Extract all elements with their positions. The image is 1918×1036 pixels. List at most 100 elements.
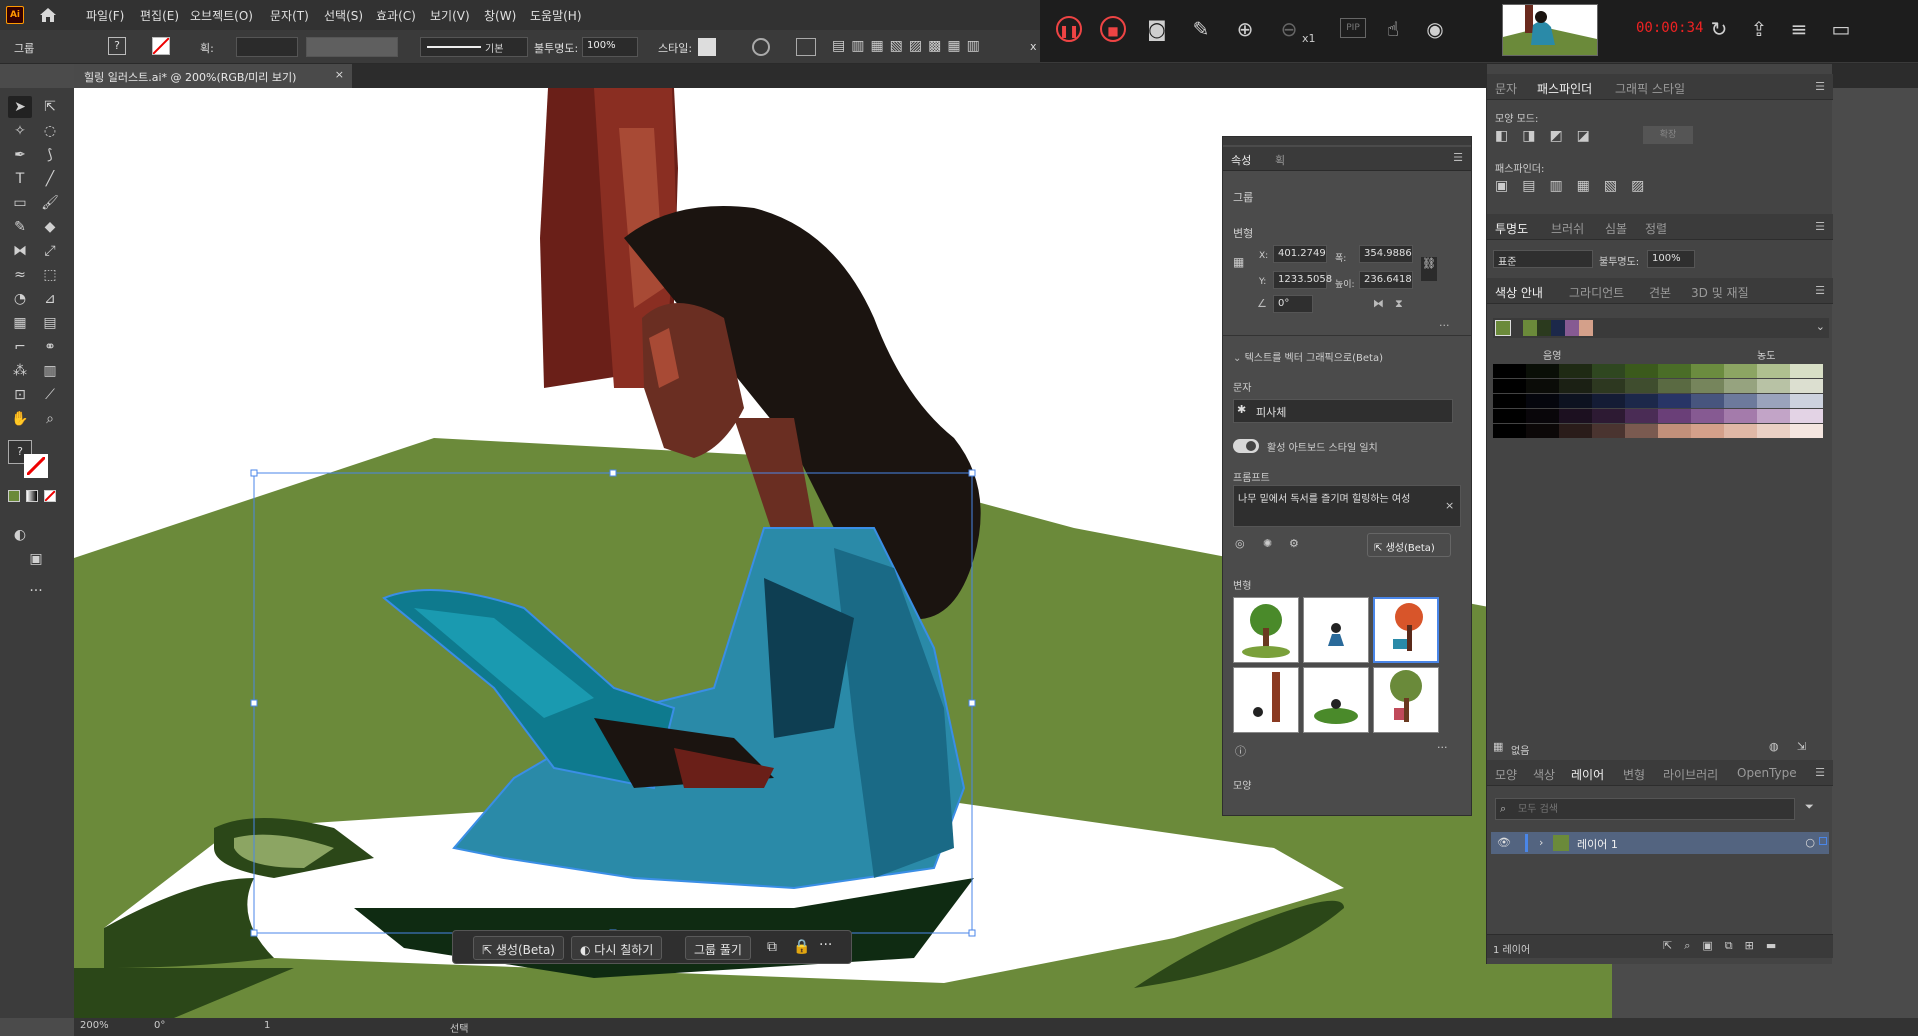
- camera-icon[interactable]: ◙: [1144, 16, 1170, 42]
- reflect-tool-icon[interactable]: ⧓: [8, 240, 32, 262]
- tab-gradient[interactable]: 그라디언트: [1569, 284, 1624, 301]
- chevron-right-icon[interactable]: ›: [1539, 836, 1543, 849]
- tab-transparency[interactable]: 투명도: [1495, 220, 1528, 237]
- panel-menu-icon[interactable]: ☰: [1453, 151, 1463, 164]
- guide-color-swatch[interactable]: [1691, 394, 1724, 408]
- width-field[interactable]: 354.9886: [1359, 245, 1413, 263]
- menu-window[interactable]: 창(W): [484, 7, 516, 24]
- tab-color-guide[interactable]: 색상 안내: [1495, 284, 1543, 301]
- effects-icon[interactable]: ✺: [1263, 537, 1272, 550]
- click-effect-icon[interactable]: ☝: [1380, 16, 1406, 42]
- export-icon[interactable]: ⇪: [1746, 16, 1772, 42]
- guide-color-swatch[interactable]: [1493, 409, 1526, 423]
- tab-brushes[interactable]: 브러쉬: [1551, 220, 1584, 237]
- free-transform-icon[interactable]: ⬚: [38, 264, 62, 286]
- guide-color-swatch[interactable]: [1493, 379, 1526, 393]
- none-mode-icon[interactable]: [44, 490, 56, 502]
- pause-icon[interactable]: ❚❚: [1056, 16, 1082, 42]
- lock-icon[interactable]: 🔒: [793, 939, 811, 957]
- guide-color-swatch[interactable]: [1592, 394, 1625, 408]
- refresh-icon[interactable]: ↻: [1706, 16, 1732, 42]
- visibility-eye-icon[interactable]: 👁: [1497, 836, 1511, 849]
- panel-menu-icon[interactable]: ☰: [1815, 80, 1825, 93]
- expand-button[interactable]: 확장: [1643, 126, 1693, 144]
- tab-layers[interactable]: 레이어: [1571, 766, 1604, 783]
- variation-thumb-2[interactable]: [1303, 597, 1369, 663]
- layer-search[interactable]: ⌕: [1495, 798, 1795, 820]
- variation-thumb-3[interactable]: [1373, 597, 1439, 663]
- tab-align[interactable]: 정렬: [1645, 220, 1667, 237]
- info-icon[interactable]: ⓘ: [1235, 743, 1246, 759]
- guide-color-swatch[interactable]: [1757, 424, 1790, 438]
- guide-color-swatch[interactable]: [1757, 409, 1790, 423]
- arrange-icon[interactable]: ⧉: [767, 939, 785, 957]
- type-select[interactable]: 피사체: [1233, 399, 1453, 423]
- menu-help[interactable]: 도움말(H): [530, 7, 582, 24]
- guide-color-swatch[interactable]: [1691, 379, 1724, 393]
- x-field[interactable]: 401.2749: [1273, 245, 1327, 263]
- panel-menu-icon[interactable]: ☰: [1815, 766, 1825, 779]
- variable-width-field[interactable]: [306, 37, 398, 57]
- tab-swatches[interactable]: 견본: [1649, 284, 1671, 301]
- type-tool-icon[interactable]: T: [8, 168, 32, 190]
- settings-sliders-icon[interactable]: ≡: [1786, 16, 1812, 42]
- chevron-down-icon[interactable]: ⌄: [1816, 320, 1825, 333]
- screen-icon[interactable]: ▭: [1828, 16, 1854, 42]
- guide-color-swatch[interactable]: [1592, 424, 1625, 438]
- limit-library-icon[interactable]: ▦: [1493, 740, 1503, 753]
- menu-edit[interactable]: 편집(E): [140, 7, 179, 24]
- zoom-tool-icon[interactable]: ⌕: [38, 408, 62, 430]
- cursor-visibility-icon[interactable]: ◉: [1422, 16, 1448, 42]
- flip-horizontal-icon[interactable]: ⧓: [1373, 297, 1384, 310]
- tab-transform[interactable]: 변형: [1623, 766, 1645, 783]
- edit-colors-icon[interactable]: ◍: [1769, 740, 1779, 753]
- rotation-select[interactable]: 0°: [154, 1020, 165, 1031]
- align-to-icon[interactable]: [796, 38, 816, 56]
- menu-object[interactable]: 오브젝트(O): [190, 7, 253, 24]
- line-tool-icon[interactable]: ╱: [38, 168, 62, 190]
- more-tools-icon[interactable]: ···: [24, 580, 48, 602]
- color-guide-grid[interactable]: [1493, 364, 1833, 444]
- gear-icon[interactable]: ⚙: [1289, 537, 1299, 550]
- variation-thumb-6[interactable]: [1373, 667, 1439, 733]
- generate-beta-button[interactable]: ⇱ 생성(Beta): [473, 936, 564, 960]
- shaper-tool-icon[interactable]: ✎: [8, 216, 32, 238]
- pathfinder-icons[interactable]: ▣▤▥▦▧▨: [1495, 178, 1715, 194]
- guide-color-swatch[interactable]: [1724, 364, 1757, 378]
- slice-tool-icon[interactable]: ⟋: [38, 384, 62, 406]
- clear-prompt-icon[interactable]: ×: [1445, 499, 1454, 512]
- more-variations-icon[interactable]: ···: [1437, 741, 1448, 754]
- filter-icon[interactable]: ⏷: [1805, 800, 1814, 814]
- direct-selection-tool-icon[interactable]: ⇱: [38, 96, 62, 118]
- magic-wand-icon[interactable]: ✧: [8, 120, 32, 142]
- scale-tool-icon[interactable]: ⤢: [38, 240, 62, 262]
- zoom-in-icon[interactable]: ⊕: [1232, 16, 1258, 42]
- prompt-textarea[interactable]: 나무 밑에서 독서를 즐기며 힐링하는 여성: [1233, 485, 1461, 527]
- selection-tool-icon[interactable]: ➤: [8, 96, 32, 118]
- fill-question-icon[interactable]: ?: [108, 37, 126, 55]
- layer-action-icons[interactable]: ⇱⌕▣⧉⊞▬: [1663, 939, 1788, 953]
- guide-color-swatch[interactable]: [1559, 409, 1592, 423]
- graph-tool-icon[interactable]: ▥: [38, 360, 62, 382]
- guide-color-swatch[interactable]: [1658, 394, 1691, 408]
- guide-color-swatch[interactable]: [1592, 379, 1625, 393]
- opacity-field[interactable]: 100%: [582, 37, 638, 57]
- screen-mode-icon[interactable]: ▣: [24, 548, 48, 570]
- guide-color-swatch[interactable]: [1757, 379, 1790, 393]
- angle-field[interactable]: 0°: [1273, 295, 1313, 313]
- warp-tool-icon[interactable]: ≈: [8, 264, 32, 286]
- zoom-out-icon[interactable]: ⊖: [1276, 16, 1302, 42]
- selection-indicator[interactable]: [1819, 837, 1827, 845]
- guide-color-swatch[interactable]: [1526, 424, 1559, 438]
- zoom-select[interactable]: 200%: [80, 1020, 109, 1031]
- variation-thumb-5[interactable]: [1303, 667, 1369, 733]
- pencil-icon[interactable]: ✎: [1188, 16, 1214, 42]
- artboard-tool-icon[interactable]: ⊡: [8, 384, 32, 406]
- guide-color-swatch[interactable]: [1625, 379, 1658, 393]
- guide-color-swatch[interactable]: [1724, 379, 1757, 393]
- constrain-link-icon[interactable]: ⛓: [1421, 257, 1437, 281]
- tab-opentype[interactable]: OpenType: [1737, 766, 1797, 780]
- pen-tool-icon[interactable]: ✒: [8, 144, 32, 166]
- harmony-rules-bar[interactable]: ⌄: [1493, 318, 1829, 338]
- guide-color-swatch[interactable]: [1691, 409, 1724, 423]
